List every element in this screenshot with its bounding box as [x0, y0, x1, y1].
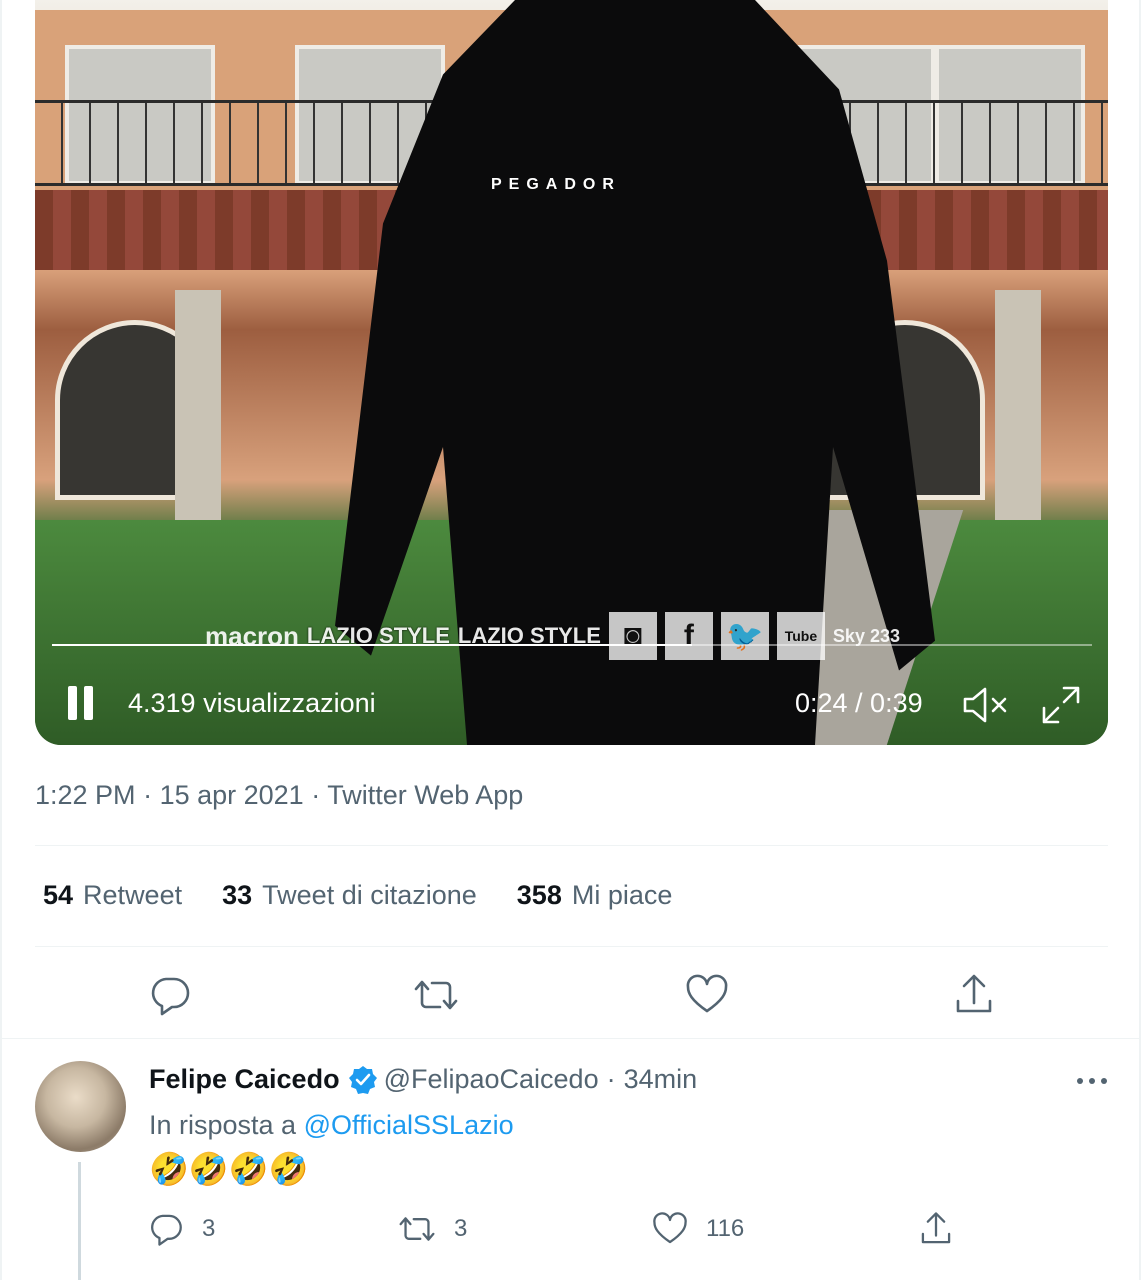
- lazio-style-logo: LAZIO STYLE: [457, 623, 601, 648]
- reply-icon[interactable]: [148, 973, 192, 1017]
- facebook-icon: f: [664, 612, 713, 660]
- video-controls: 4.319 visualizzazioni 0:24 / 0:39: [35, 680, 1108, 730]
- reply-icon: [151, 1214, 182, 1246]
- in-reply-to-link[interactable]: @OfficialSSLazio: [304, 1110, 514, 1140]
- more-icon[interactable]: [1072, 1066, 1112, 1096]
- mute-icon[interactable]: [961, 685, 1011, 725]
- verified-icon: [348, 1065, 377, 1094]
- like-stat[interactable]: 358 Mi piace: [517, 880, 673, 911]
- expand-icon[interactable]: [1040, 684, 1082, 726]
- tweet-time[interactable]: 1:22 PM: [35, 780, 136, 810]
- hoodie-brand: PEGADOR: [491, 176, 621, 193]
- retweet-count: 3: [454, 1215, 468, 1242]
- reply-actions: 3 3 116: [0, 1205, 1141, 1255]
- pillar: [175, 290, 221, 530]
- share-icon[interactable]: [952, 973, 996, 1017]
- video-progress-fill: [52, 644, 692, 646]
- retweet-icon[interactable]: [414, 973, 458, 1017]
- reply-share-button[interactable]: [918, 1211, 954, 1247]
- reply-author-handle[interactable]: @FelipaoCaicedo: [384, 1064, 599, 1095]
- reply-count: 3: [202, 1215, 216, 1242]
- reply-header: Felipe Caicedo @FelipaoCaicedo · 34min: [149, 1064, 698, 1095]
- youtube-icon: Tube: [776, 612, 825, 660]
- broadcast-logos: macron LAZIO STYLE LAZIO STYLE ◙ f 🐦 Tub…: [205, 612, 900, 660]
- balcony-rail: [35, 100, 455, 186]
- retweet-icon: [399, 1217, 435, 1241]
- video-progress-bar[interactable]: [52, 644, 1092, 646]
- lazio-style-logo: LAZIO STYLE: [306, 623, 450, 648]
- reply-like-button[interactable]: 116: [652, 1211, 744, 1247]
- in-reply-to: In risposta a @OfficialSSLazio: [149, 1110, 514, 1140]
- divider: [35, 845, 1108, 846]
- tweet-stats: 54 Retweet 33 Tweet di citazione 358 Mi pia…: [43, 880, 672, 911]
- share-icon: [921, 1212, 951, 1244]
- like-icon: [653, 1212, 687, 1244]
- instagram-icon: ◙: [608, 612, 657, 660]
- divider: [0, 1038, 1141, 1039]
- view-count: 4.319 visualizzazioni: [128, 688, 376, 718]
- pillar: [995, 290, 1041, 530]
- tweet-date[interactable]: 15 apr 2021: [160, 780, 304, 810]
- reply-time[interactable]: 34min: [624, 1064, 698, 1095]
- reply-text: 🤣🤣🤣🤣: [149, 1151, 309, 1187]
- tweet-source[interactable]: Twitter Web App: [327, 780, 523, 810]
- divider: [35, 946, 1108, 947]
- video-player[interactable]: PEGADOR macron LAZIO STYLE LAZIO STYLE ◙…: [35, 0, 1108, 745]
- reply-retweet-button[interactable]: 3: [398, 1211, 467, 1247]
- tweet-timestamp[interactable]: 1:22 PM · 15 apr 2021 · Twitter Web App: [35, 780, 523, 811]
- twitter-bird-icon: 🐦: [720, 612, 769, 660]
- like-icon[interactable]: [685, 973, 729, 1017]
- like-count: 116: [706, 1215, 745, 1242]
- reply-reply-button[interactable]: 3: [148, 1211, 215, 1247]
- tweet-actions: [0, 965, 1141, 1025]
- pause-icon[interactable]: [68, 686, 94, 720]
- macron-logo: macron: [205, 620, 299, 651]
- quote-tweet-stat[interactable]: 33 Tweet di citazione: [222, 880, 477, 911]
- reply-author-name[interactable]: Felipe Caicedo: [149, 1064, 340, 1095]
- avatar[interactable]: [35, 1061, 126, 1152]
- retweet-stat[interactable]: 54 Retweet: [43, 880, 182, 911]
- video-time: 0:24 / 0:39: [795, 688, 923, 718]
